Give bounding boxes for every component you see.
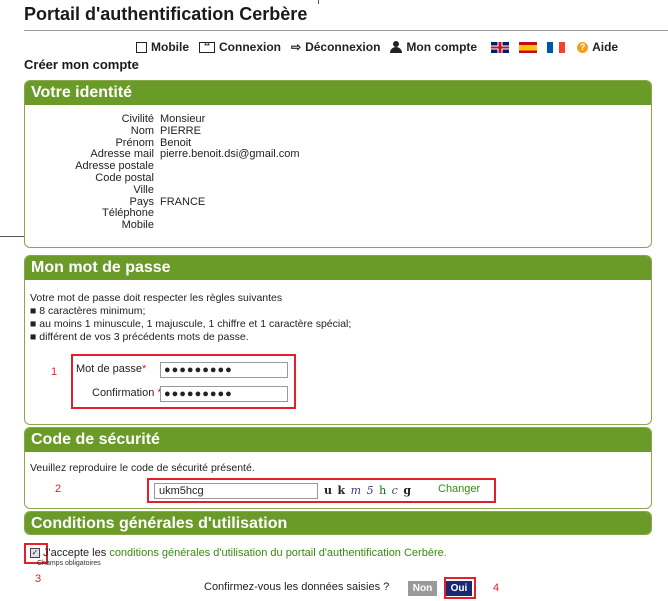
identity-label: Prénom bbox=[115, 136, 154, 149]
annotation-marker-3: 3 bbox=[35, 573, 42, 585]
identity-label: Code postal bbox=[95, 172, 154, 184]
identity-label: Téléphone bbox=[102, 207, 154, 220]
key-icon: ** bbox=[199, 41, 215, 53]
security-instruction: Veuillez reproduire le code de sécurité … bbox=[30, 462, 255, 474]
nav-account[interactable]: Mon compte bbox=[390, 40, 477, 54]
password-rule: ■ 8 caractères minimum; bbox=[30, 305, 146, 317]
identity-label: Adresse postale bbox=[75, 160, 154, 173]
required-note: Champs obligatoires bbox=[37, 560, 101, 567]
captcha-image: u k m 5 h c g bbox=[324, 484, 413, 497]
confirm-question: Confirmez-vous les données saisies ? bbox=[204, 581, 390, 593]
window-edge-left bbox=[0, 236, 26, 237]
top-nav: Mobile ** Connexion ⇨ Déconnexion Mon co… bbox=[136, 40, 618, 54]
cgu-heading: Conditions générales d'utilisation bbox=[25, 512, 651, 534]
uk-flag[interactable] bbox=[491, 41, 510, 53]
user-icon bbox=[390, 41, 403, 53]
page-title: Portail d'authentification Cerbère bbox=[24, 4, 308, 24]
password-label: Mot de passe* bbox=[76, 363, 147, 375]
nav-logout[interactable]: ⇨ Déconnexion bbox=[291, 40, 380, 54]
nav-help[interactable]: ? Aide bbox=[577, 40, 618, 54]
identity-label: Ville bbox=[133, 183, 154, 196]
create-account-title: Créer mon compte bbox=[24, 57, 139, 72]
identity-label: Mobile bbox=[121, 219, 154, 232]
identity-value: FRANCE bbox=[160, 195, 206, 208]
captcha-input[interactable]: ukm5hcg bbox=[154, 483, 318, 499]
nav-login[interactable]: ** Connexion bbox=[199, 40, 281, 54]
title-divider bbox=[24, 30, 668, 31]
annotation-marker-4: 4 bbox=[493, 582, 500, 594]
yes-button[interactable]: Oui bbox=[446, 581, 472, 596]
nav-logout-label: Déconnexion bbox=[305, 40, 381, 54]
help-icon: ? bbox=[577, 41, 589, 53]
change-captcha-link[interactable]: Changer bbox=[438, 483, 480, 495]
identity-value: Monsieur bbox=[160, 113, 206, 125]
nav-mobile[interactable]: Mobile bbox=[136, 40, 189, 54]
france-flag[interactable] bbox=[547, 41, 566, 53]
identity-value: pierre.benoit.dsi@gmail.com bbox=[160, 148, 300, 161]
identity-label: Nom bbox=[130, 124, 154, 137]
confirmation-input[interactable]: ●●●●●●●●● bbox=[160, 386, 288, 402]
no-button[interactable]: Non bbox=[408, 581, 437, 596]
identity-label: Adresse mail bbox=[90, 148, 154, 161]
password-rule: ■ au moins 1 minuscule, 1 majuscule, 1 c… bbox=[30, 318, 352, 330]
identity-value: Benoit bbox=[160, 136, 192, 149]
password-rule: ■ différent de vos 3 précédents mots de … bbox=[30, 331, 249, 343]
spain-flag[interactable] bbox=[519, 41, 538, 53]
cgu-link[interactable]: conditions générales d'utilisation du po… bbox=[109, 547, 446, 559]
exit-icon: ⇨ bbox=[291, 40, 302, 54]
nav-login-label: Connexion bbox=[219, 40, 281, 54]
nav-account-label: Mon compte bbox=[406, 40, 478, 54]
identity-label: Civilité bbox=[121, 113, 154, 125]
identity-value: PIERRE bbox=[160, 124, 201, 137]
password-rules-intro: Votre mot de passe doit respecter les rè… bbox=[30, 292, 283, 304]
password-heading: Mon mot de passe bbox=[25, 256, 651, 280]
accept-text: J'accepte les conditions générales d'uti… bbox=[43, 547, 447, 559]
cgu-section: Conditions générales d'utilisation bbox=[24, 511, 652, 535]
nav-mobile-label: Mobile bbox=[151, 40, 189, 54]
identity-label: Pays bbox=[129, 195, 154, 208]
identity-heading: Votre identité bbox=[25, 81, 651, 105]
annotation-marker-2: 2 bbox=[55, 483, 62, 495]
security-heading: Code de sécurité bbox=[25, 428, 651, 452]
checkbox-icon bbox=[136, 41, 147, 53]
window-edge-top bbox=[318, 0, 319, 4]
accept-checkbox[interactable]: ✓ bbox=[30, 548, 40, 558]
annotation-marker-1: 1 bbox=[51, 366, 58, 378]
password-input[interactable]: ●●●●●●●●● bbox=[160, 362, 288, 378]
confirmation-label: Confirmation * bbox=[92, 387, 162, 399]
nav-help-label: Aide bbox=[592, 40, 619, 54]
